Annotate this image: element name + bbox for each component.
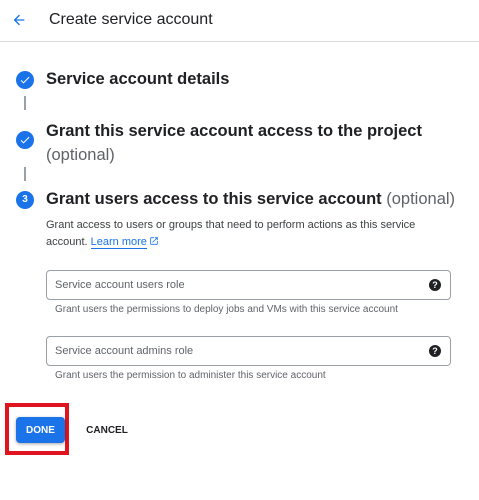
step-3-title: Grant users access to this service accou… (46, 190, 455, 209)
users-role-field: ? (46, 270, 451, 300)
step-1-title-text: Service account details (46, 70, 230, 88)
step-3-description: Grant access to users or groups that nee… (46, 217, 446, 251)
back-button[interactable] (8, 9, 30, 31)
step-2-optional: (optional) (46, 146, 115, 164)
learn-more-text: Learn more (90, 236, 147, 248)
step-connector (24, 96, 26, 110)
step-connector (24, 167, 26, 181)
step-2-title-text: Grant this service account access to the… (46, 122, 422, 140)
users-role-input[interactable] (48, 272, 408, 298)
check-icon (20, 136, 30, 144)
external-link-icon (150, 237, 158, 245)
cancel-button[interactable]: CANCEL (78, 417, 136, 443)
done-button[interactable]: DONE (16, 417, 65, 443)
step-2-title[interactable]: Grant this service account access to the… (46, 119, 422, 167)
step-3-number: 3 (22, 194, 28, 205)
page-header: Create service account (0, 0, 479, 42)
help-circle-icon[interactable]: ? (429, 345, 441, 357)
step-3-optional: (optional) (386, 190, 456, 208)
create-service-account-page: Create service account Service account d… (0, 0, 479, 500)
step-2-check-icon (16, 131, 34, 149)
step-3-title-text: Grant users access to this service accou… (46, 190, 382, 208)
users-role-hint: Grant users the permissions to deploy jo… (55, 304, 398, 315)
page-title: Create service account (49, 11, 213, 28)
help-circle-icon[interactable]: ? (429, 279, 441, 291)
check-icon (20, 76, 30, 84)
admins-role-input[interactable] (48, 338, 408, 364)
admins-role-field: ? (46, 336, 451, 366)
step-3-number-icon: 3 (16, 191, 34, 209)
learn-more-link[interactable]: Learn more (90, 236, 147, 249)
step-1-check-icon (16, 71, 34, 89)
arrow-left-icon (13, 14, 25, 26)
step-1-title[interactable]: Service account details (46, 70, 229, 89)
admins-role-hint: Grant users the permission to administer… (55, 370, 326, 381)
